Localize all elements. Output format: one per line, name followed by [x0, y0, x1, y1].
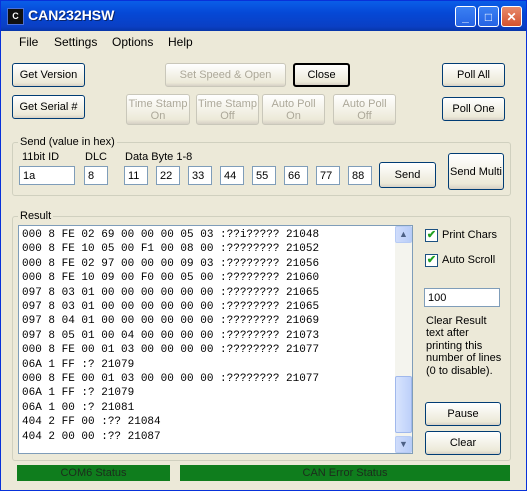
data-byte-5-input[interactable]	[252, 166, 276, 185]
title-bar[interactable]: C CAN232HSW _ □ ✕	[1, 1, 526, 31]
result-line: 404 2 00 00 :?? 21087	[22, 430, 161, 443]
data-byte-8-input[interactable]	[348, 166, 372, 185]
menu-file[interactable]: File	[19, 35, 38, 49]
menu-settings[interactable]: Settings	[54, 35, 97, 49]
send-multi-button[interactable]: Send Multi	[448, 153, 504, 190]
poll-all-button[interactable]: Poll All	[442, 63, 505, 87]
result-scrollbar[interactable]: ▲ ▼	[395, 226, 412, 453]
timestamp-on-button[interactable]: Time Stamp On	[126, 94, 190, 125]
result-line: 06A 1 00 :? 21081	[22, 401, 135, 414]
data-byte-1-input[interactable]	[124, 166, 148, 185]
result-line: 097 8 03 01 00 00 00 00 00 00 :???????? …	[22, 286, 320, 299]
data-byte-3-input[interactable]	[188, 166, 212, 185]
minimize-button[interactable]: _	[455, 6, 476, 27]
set-speed-open-button[interactable]: Set Speed & Open	[165, 63, 286, 87]
result-line: 06A 1 FF :? 21079	[22, 387, 135, 400]
result-group-label: Result	[18, 210, 54, 222]
data-bytes-label: Data Byte 1-8	[125, 151, 193, 163]
data-byte-6-input[interactable]	[284, 166, 308, 185]
get-version-button[interactable]: Get Version	[12, 63, 85, 87]
data-byte-4-input[interactable]	[220, 166, 244, 185]
result-line: 000 8 FE 00 01 03 00 00 00 00 :???????? …	[22, 373, 320, 386]
result-line: 000 8 FE 02 97 00 00 00 09 03 :???????? …	[22, 257, 320, 270]
close-port-button[interactable]: Close	[293, 63, 350, 87]
com-status-indicator: COM6 Status	[17, 465, 170, 481]
result-line: 000 8 FE 10 05 00 F1 00 08 00 :???????? …	[22, 243, 320, 256]
auto-scroll-checkbox[interactable]: ✔	[425, 254, 438, 267]
auto-poll-on-button[interactable]: Auto Poll On	[262, 94, 325, 125]
scroll-thumb[interactable]	[395, 376, 412, 433]
app-icon: C	[7, 8, 24, 25]
result-line: 000 8 FE 10 09 00 F0 00 05 00 :???????? …	[22, 272, 320, 285]
result-log[interactable]: 000 8 FE 02 69 00 00 00 05 03 :??i????? …	[18, 225, 413, 454]
result-line: 404 2 FF 00 :?? 21084	[22, 416, 161, 429]
send-button[interactable]: Send	[379, 162, 436, 188]
close-window-button[interactable]: ✕	[501, 6, 522, 27]
auto-scroll-label: Auto Scroll	[442, 254, 496, 266]
get-serial-button[interactable]: Get Serial #	[12, 95, 85, 119]
data-byte-2-input[interactable]	[156, 166, 180, 185]
clear-help-text: Clear Result text after printing this nu…	[426, 315, 502, 377]
data-byte-7-input[interactable]	[316, 166, 340, 185]
result-line: 06A 1 FF :? 21079	[22, 358, 135, 371]
result-lines: 000 8 FE 02 69 00 00 00 05 03 :??i????? …	[22, 228, 319, 444]
menu-help[interactable]: Help	[168, 35, 193, 49]
send-group-label: Send (value in hex)	[18, 136, 117, 148]
menu-bar: File Settings Options Help	[1, 31, 526, 52]
checkmark-icon: ✔	[426, 254, 437, 266]
result-line: 097 8 05 01 00 04 00 00 00 00 :???????? …	[22, 329, 320, 342]
scroll-up-icon[interactable]: ▲	[395, 226, 412, 243]
main-window: C CAN232HSW _ □ ✕ File Settings Options …	[0, 0, 527, 491]
menu-options[interactable]: Options	[112, 35, 153, 49]
id-input[interactable]	[19, 166, 75, 185]
timestamp-off-button[interactable]: Time Stamp Off	[196, 94, 259, 125]
result-line: 097 8 03 01 00 00 00 00 00 00 :???????? …	[22, 301, 320, 314]
print-chars-label: Print Chars	[442, 229, 498, 241]
print-chars-checkbox[interactable]: ✔	[425, 229, 438, 242]
pause-button[interactable]: Pause	[425, 402, 501, 426]
result-line: 000 8 FE 00 01 03 00 00 00 00 :???????? …	[22, 344, 320, 357]
clear-lines-input[interactable]	[424, 288, 500, 307]
dlc-label: DLC	[85, 151, 108, 163]
maximize-button[interactable]: □	[478, 6, 499, 27]
scroll-down-icon[interactable]: ▼	[395, 436, 412, 453]
checkmark-icon: ✔	[426, 229, 437, 241]
dlc-input[interactable]	[84, 166, 108, 185]
id-label: 11bit ID	[22, 151, 60, 163]
auto-poll-off-button[interactable]: Auto Poll Off	[333, 94, 396, 125]
result-line: 097 8 04 01 00 00 00 00 00 00 :???????? …	[22, 315, 320, 328]
clear-button[interactable]: Clear	[425, 431, 501, 455]
can-error-status-indicator: CAN Error Status	[180, 465, 510, 481]
poll-one-button[interactable]: Poll One	[442, 97, 505, 121]
window-title: CAN232HSW	[28, 7, 115, 23]
result-line: 000 8 FE 02 69 00 00 00 05 03 :??i????? …	[22, 229, 320, 241]
